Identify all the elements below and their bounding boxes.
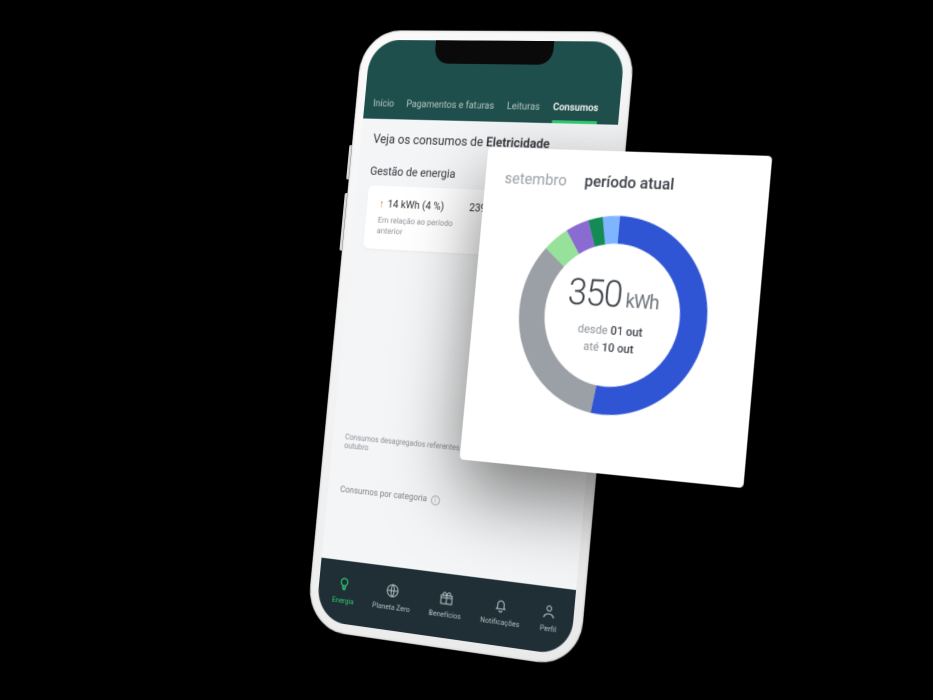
period-overlay-card: setembro período atual 350kWh desde 01 o…: [459, 147, 772, 488]
person-icon: [540, 601, 559, 622]
donut-unit: kWh: [624, 290, 659, 315]
overlay-tab-current[interactable]: período atual: [583, 171, 674, 194]
nav-notif-label: Notificações: [479, 615, 519, 630]
metric-delta-value: 14 kWh (4 %): [387, 198, 445, 213]
tab-fur[interactable]: Fur: [610, 103, 613, 124]
donut-value: 350: [566, 270, 624, 316]
nav-beneficios[interactable]: Benefícios: [428, 587, 463, 621]
donut-center-value: 350kWh: [566, 270, 661, 318]
nav-energia-label: Energia: [331, 595, 354, 607]
donut-from-date: 01 out: [609, 323, 642, 339]
tab-inicio[interactable]: Início: [371, 98, 394, 119]
category-header-text: Consumos por categoria: [339, 485, 427, 505]
tab-leituras[interactable]: Leituras: [505, 101, 540, 123]
nav-notificacoes[interactable]: Notificações: [479, 594, 521, 630]
section-gestao-title: Gestão de energia: [369, 164, 455, 181]
bulb-icon: [335, 574, 352, 594]
globe-icon: [383, 581, 401, 601]
donut-to-date: 10 out: [601, 340, 634, 356]
overlay-tab-prev[interactable]: setembro: [503, 169, 567, 190]
tab-consumos[interactable]: Consumos: [551, 102, 598, 124]
bell-icon: [492, 595, 510, 616]
bottom-nav: Energia Planeta Zero Benefícios: [315, 558, 576, 657]
phone-notch: [433, 40, 554, 65]
metric-delta: ↑14 kWh (4 %): [378, 197, 444, 213]
category-header: Consumos por categoria i: [339, 485, 569, 521]
nav-perfil[interactable]: Perfil: [538, 601, 558, 634]
donut-range: desde 01 out até 10 out: [575, 320, 643, 360]
nav-planeta-label: Planeta Zero: [371, 600, 409, 614]
arrow-up-icon: ↑: [378, 197, 384, 210]
donut-from-label: desde: [577, 321, 608, 337]
gift-icon: [437, 588, 455, 608]
nav-beneficios-label: Benefícios: [428, 608, 461, 621]
page-title-prefix: Veja os consumos de: [372, 132, 486, 150]
nav-perfil-label: Perfil: [539, 623, 556, 635]
phone-frame: Início Pagamentos e faturas Leituras Con…: [306, 30, 636, 668]
metric-delta-sub-2: anterior: [376, 226, 403, 237]
donut-to-label: até: [582, 339, 599, 354]
tab-pagamentos[interactable]: Pagamentos e faturas: [404, 99, 494, 122]
donut-chart: 350kWh desde 01 out até 10 out: [497, 198, 730, 438]
info-icon[interactable]: i: [430, 495, 440, 506]
nav-planeta[interactable]: Planeta Zero: [371, 579, 411, 614]
nav-energia[interactable]: Energia: [331, 574, 355, 606]
